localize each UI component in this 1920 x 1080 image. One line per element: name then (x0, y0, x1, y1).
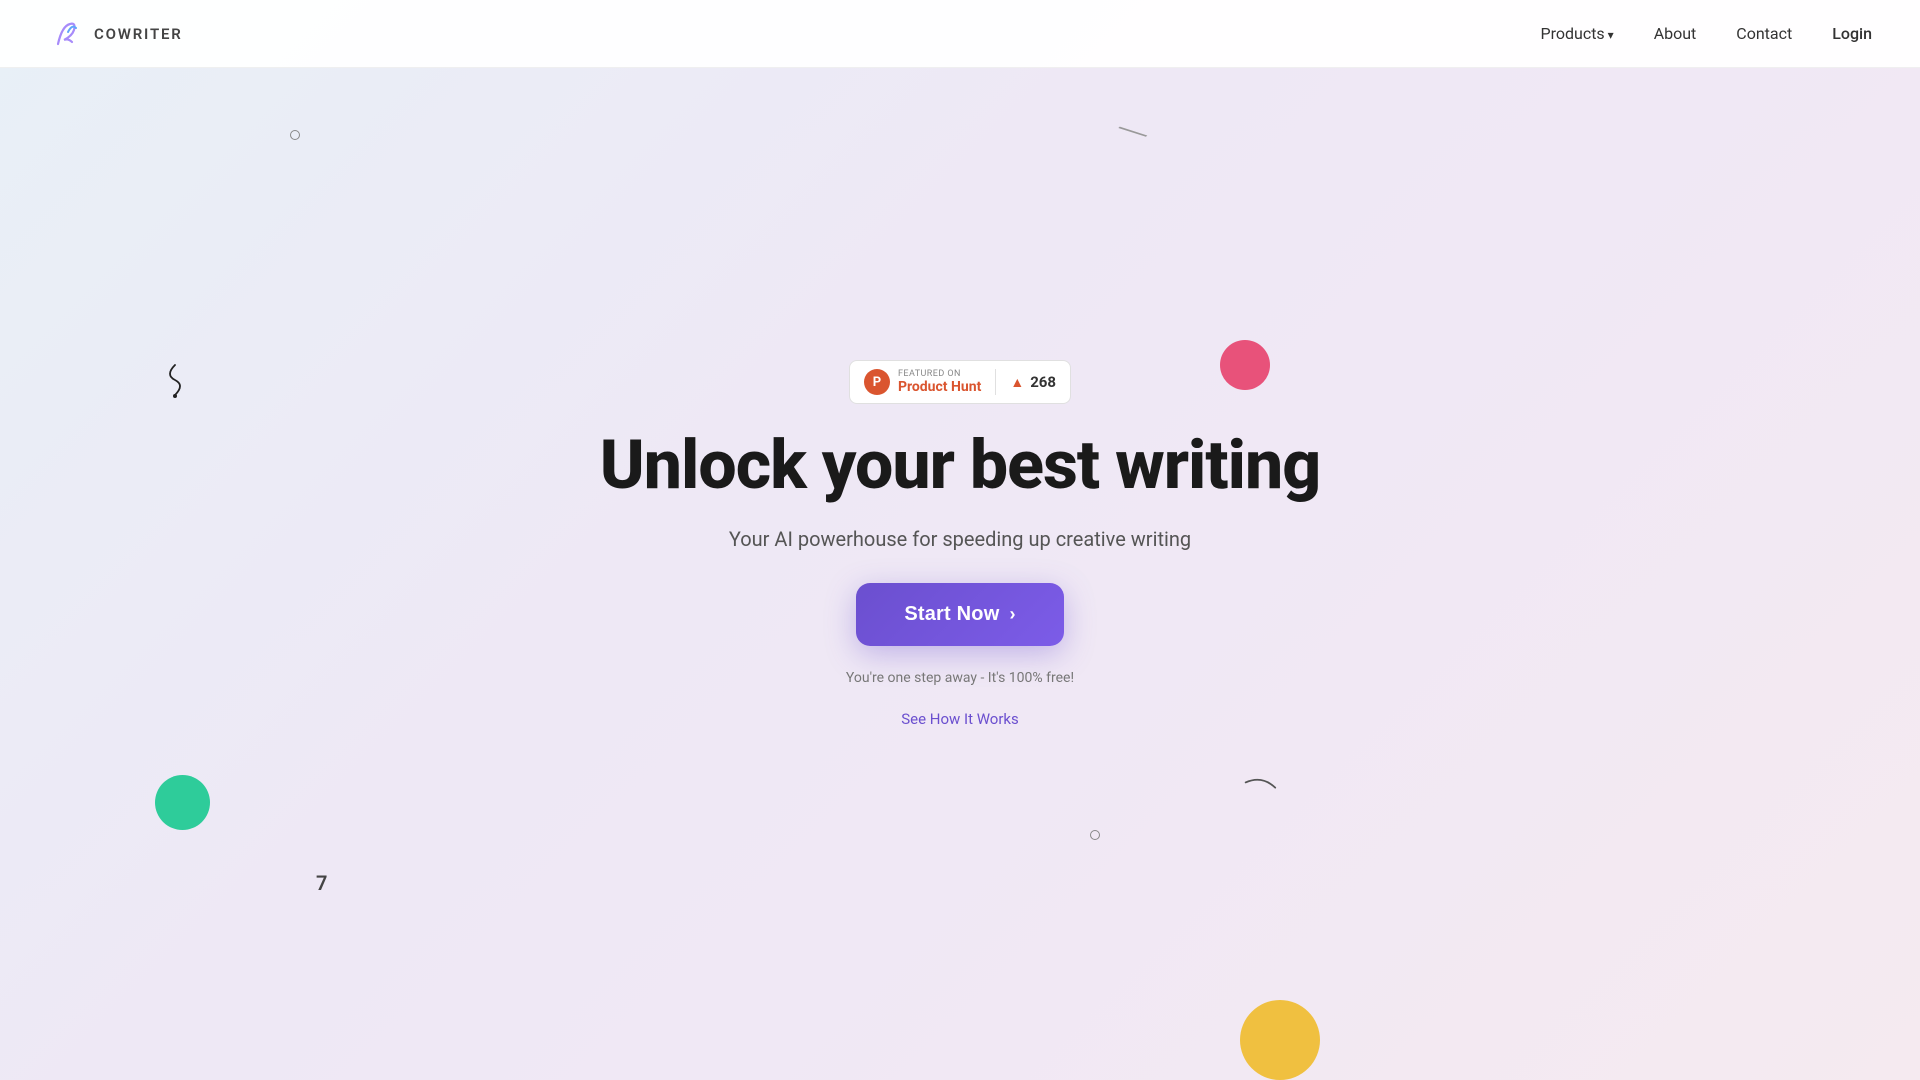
start-now-button[interactable]: Start Now › (856, 583, 1063, 646)
logo-text: COWRITER (94, 25, 183, 43)
main-content: P FEATURED ON Product Hunt ▲ 268 Unlock … (0, 0, 1920, 1080)
nav-contact[interactable]: Contact (1736, 24, 1792, 43)
navbar: COWRITER Products About Contact Login (0, 0, 1920, 68)
nav-products[interactable]: Products (1540, 24, 1613, 43)
start-now-label: Start Now (904, 603, 999, 626)
ph-vote-count: 268 (1030, 373, 1056, 391)
hero-title: Unlock your best writing (600, 428, 1320, 503)
ph-left-section: P FEATURED ON Product Hunt (850, 369, 996, 395)
ph-right-section: ▲ 268 (996, 373, 1070, 391)
hero-subtitle: Your AI powerhouse for speeding up creat… (729, 527, 1191, 551)
ph-text-block: FEATURED ON Product Hunt (898, 369, 981, 395)
see-how-link[interactable]: See How It Works (901, 710, 1019, 728)
nav-links: Products About Contact Login (1540, 24, 1872, 43)
free-text: You're one step away - It's 100% free! (846, 670, 1074, 686)
nav-about[interactable]: About (1654, 24, 1697, 43)
ph-featured-on: FEATURED ON (898, 369, 981, 379)
logo-icon (48, 16, 84, 52)
product-hunt-badge[interactable]: P FEATURED ON Product Hunt ▲ 268 (849, 360, 1071, 404)
ph-logo-circle: P (864, 369, 890, 395)
ph-upvote-arrow: ▲ (1010, 374, 1024, 391)
nav-login[interactable]: Login (1832, 24, 1872, 43)
ph-product-hunt-text: Product Hunt (898, 379, 981, 395)
hero-section: P FEATURED ON Product Hunt ▲ 268 Unlock … (600, 360, 1320, 728)
cta-arrow-icon: › (1009, 604, 1015, 625)
logo-link[interactable]: COWRITER (48, 16, 183, 52)
